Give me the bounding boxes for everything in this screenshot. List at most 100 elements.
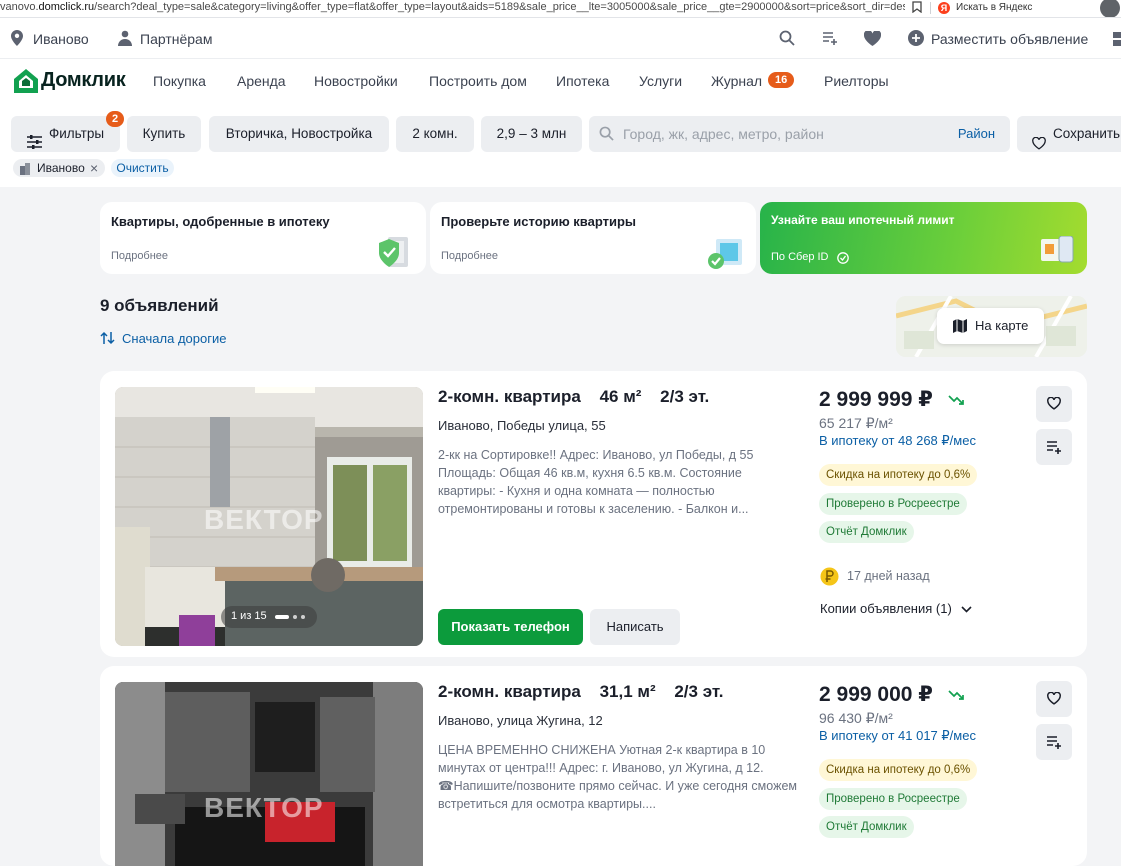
listing-area: 31,1 м² [599, 682, 656, 701]
grid-menu-icon[interactable] [1113, 31, 1121, 50]
promo-approved-flats[interactable]: Квартиры, одобренные в ипотеку Подробнее [100, 202, 426, 274]
map-preview[interactable]: На карте [896, 296, 1087, 357]
location-search[interactable]: Город, жк, адрес, метро, район Район [589, 116, 1010, 152]
nav-services[interactable]: Услуги [639, 73, 682, 89]
heart-outline-icon [1047, 396, 1061, 415]
deal-type-buy-button[interactable]: Купить [127, 116, 201, 152]
search-icon[interactable] [779, 30, 795, 49]
main-nav: Домклик Покупка Аренда Новостройки Постр… [0, 59, 1121, 105]
nav-rent[interactable]: Аренда [237, 73, 286, 89]
partner-icon [118, 30, 132, 49]
favorites-heart-icon[interactable] [863, 30, 882, 49]
price-per-meter: 96 430 ₽/м² [819, 710, 893, 726]
district-link[interactable]: Район [958, 126, 995, 141]
post-ad-link[interactable]: Разместить объявление [931, 31, 1088, 47]
building-icon [19, 162, 31, 180]
plus-circle-icon [908, 30, 924, 49]
save-search-button[interactable]: Сохранить [1017, 116, 1121, 152]
bookmark-icon[interactable] [912, 1, 922, 16]
search-input[interactable]: Город, жк, адрес, метро, район [623, 126, 824, 142]
sber-id-link[interactable]: По Сбер ID [771, 251, 829, 263]
promo-more-link[interactable]: Подробнее [441, 250, 498, 262]
toolbar-divider [930, 2, 931, 14]
market-type-button[interactable]: Вторичка, Новостройка [209, 116, 389, 152]
top-utility-bar: Иваново Партнёрам Разместить объявление [0, 18, 1121, 59]
on-map-button[interactable]: На карте [937, 308, 1044, 344]
compare-list-icon [1046, 439, 1062, 460]
results-count: 9 объявлений [100, 296, 219, 315]
photo-dot-active[interactable] [275, 615, 289, 619]
rooms-button[interactable]: 2 комн. [396, 116, 474, 152]
rosreestr-verified-tag: Проверено в Росреестре [819, 788, 967, 810]
nav-mortgage[interactable]: Ипотека [556, 73, 609, 89]
photo-counter: 1 из 15 [221, 606, 317, 628]
compare-list-icon [1046, 734, 1062, 755]
photo-dot[interactable] [301, 615, 305, 619]
price-range-button[interactable]: 2,9 – 3 млн [481, 116, 582, 152]
domclick-logo[interactable]: Домклик [41, 69, 126, 92]
listing-title[interactable]: 2-комн. квартира 31,1 м² 2/3 эт. [438, 682, 723, 702]
url-path: /search?deal_type=sale&category=living&o… [94, 1, 905, 13]
profile-avatar[interactable] [1100, 0, 1120, 17]
favorite-button[interactable] [1036, 386, 1072, 422]
chevron-down-icon [961, 601, 972, 616]
close-icon[interactable]: × [90, 159, 98, 177]
nav-journal[interactable]: Журнал [711, 73, 762, 89]
save-label: Сохранить [1053, 126, 1121, 141]
listing-photo[interactable]: ВЕКТОР 1 из 15 [115, 387, 423, 646]
nav-buy[interactable]: Покупка [153, 73, 206, 89]
mortgage-discount-tag: Скидка на ипотеку до 0,6% [819, 464, 978, 486]
url-prefix: vanovo. [0, 1, 39, 13]
listing-card[interactable]: ВЕКТОР 1 из 15 2-комн. квартира 46 м² 2/… [100, 371, 1087, 657]
search-icon [599, 126, 614, 146]
kitchen-photo-image [115, 682, 423, 866]
heart-outline-icon [1047, 691, 1061, 710]
watermark-logo: ВЕКТОР [204, 792, 324, 823]
photo-dot[interactable] [293, 615, 297, 619]
shield-check-icon [376, 235, 412, 276]
compare-list-icon[interactable] [822, 30, 838, 49]
journal-badge: 16 [768, 72, 795, 88]
clear-filters-button[interactable]: Очистить [111, 159, 174, 177]
yandex-icon: Я [938, 2, 950, 14]
document-check-icon [706, 235, 744, 276]
show-phone-button[interactable]: Показать телефон [438, 609, 583, 645]
mortgage-payment-link[interactable]: В ипотеку от 41 017 ₽/мес [819, 728, 976, 744]
filter-bar: Фильтры 2 Купить Вторичка, Новостройка 2… [0, 105, 1121, 187]
listing-card[interactable]: ВЕКТОР 2-комн. квартира 31,1 м² 2/3 эт. … [100, 666, 1087, 866]
domclick-report-tag[interactable]: Отчёт Домклик [819, 816, 914, 838]
nav-realtors[interactable]: Риелторы [824, 73, 889, 89]
filters-button[interactable]: Фильтры [11, 116, 120, 152]
listing-photo[interactable]: ВЕКТОР [115, 682, 423, 866]
filters-count-badge: 2 [106, 111, 125, 127]
nav-build-house[interactable]: Построить дом [429, 73, 527, 89]
listing-price: 2 999 999 ₽ [819, 388, 933, 411]
city-selector[interactable]: Иваново [33, 31, 89, 47]
sort-arrows-icon [100, 331, 115, 350]
domclick-report-tag[interactable]: Отчёт Домклик [819, 521, 914, 543]
sort-selector[interactable]: Сначала дорогие [122, 331, 226, 346]
city-chip: Иваново × [13, 159, 105, 177]
domclick-logo-icon[interactable] [13, 68, 39, 94]
url-host: domclick.ru [38, 1, 95, 13]
mortgage-discount-tag: Скидка на ипотеку до 0,6% [819, 759, 978, 781]
map-icon [953, 319, 967, 338]
promo-flat-history[interactable]: Проверьте историю квартиры Подробнее [430, 202, 756, 274]
mortgage-payment-link[interactable]: В ипотеку от 48 268 ₽/мес [819, 433, 976, 449]
watermark-logo: ВЕКТОР [204, 504, 324, 535]
listing-address[interactable]: Иваново, Победы улица, 55 [438, 418, 606, 433]
url-text[interactable]: vanovo.domclick.ru/search?deal_type=sale… [0, 1, 905, 13]
add-to-compare-button[interactable] [1036, 724, 1072, 760]
yandex-search-label[interactable]: Искать в Яндекс [956, 2, 1032, 13]
add-to-compare-button[interactable] [1036, 429, 1072, 465]
copies-dropdown[interactable]: Копии объявления (1) [820, 601, 972, 616]
nav-new-buildings[interactable]: Новостройки [314, 73, 398, 89]
browser-url-bar[interactable]: vanovo.domclick.ru/search?deal_type=sale… [0, 0, 1121, 18]
listing-title[interactable]: 2-комн. квартира 46 м² 2/3 эт. [438, 387, 709, 407]
favorite-button[interactable] [1036, 681, 1072, 717]
write-message-button[interactable]: Написать [590, 609, 680, 645]
listing-address[interactable]: Иваново, улица Жугина, 12 [438, 713, 603, 728]
promo-more-link[interactable]: Подробнее [111, 250, 168, 262]
partners-link[interactable]: Партнёрам [140, 31, 212, 47]
promo-mortgage-limit[interactable]: Узнайте ваш ипотечный лимит По Сбер ID [760, 202, 1087, 274]
